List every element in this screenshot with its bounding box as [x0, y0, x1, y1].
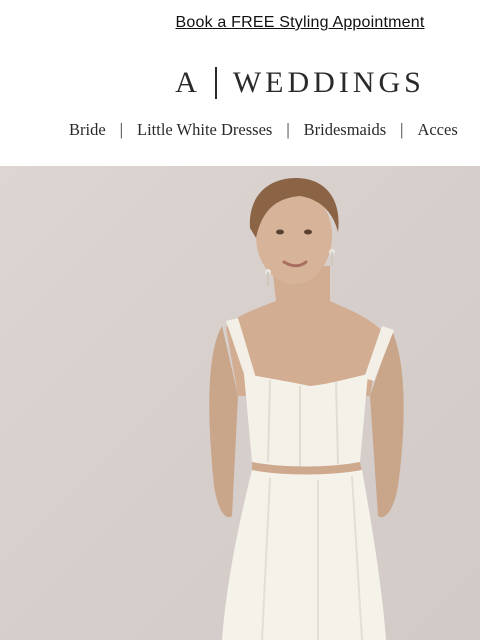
- logo-letter: A: [175, 66, 201, 99]
- logo-divider: [214, 67, 217, 99]
- styling-appointment-link[interactable]: Book a FREE Styling Appointment: [0, 14, 480, 32]
- nav-item-bridesmaids[interactable]: Bridesmaids: [304, 120, 387, 140]
- logo-wordmark: WEDDINGS: [232, 66, 425, 99]
- bride-photo-illustration: [209, 178, 404, 640]
- nav-separator: |: [119, 120, 123, 139]
- nav-item-bride[interactable]: Bride: [69, 120, 106, 140]
- main-nav: Bride | Little White Dresses | Bridesmai…: [69, 120, 458, 140]
- nav-item-little-white-dresses[interactable]: Little White Dresses: [137, 120, 272, 140]
- brand-logo[interactable]: A WEDDINGS: [0, 66, 480, 100]
- hero-image[interactable]: [0, 166, 480, 640]
- nav-item-accessories[interactable]: Acces: [417, 120, 457, 140]
- nav-separator: |: [286, 120, 290, 139]
- nav-separator: |: [400, 120, 404, 139]
